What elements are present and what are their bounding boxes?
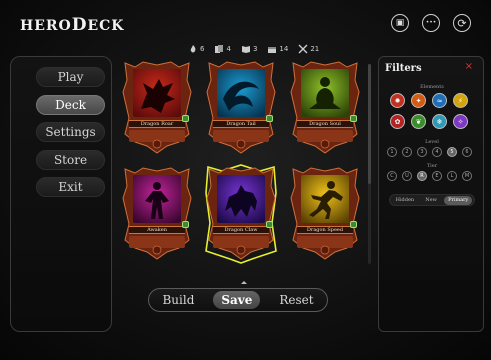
card-art bbox=[301, 175, 349, 223]
cards-icon bbox=[215, 45, 224, 53]
deck-card[interactable]: Dragon Roar bbox=[121, 60, 193, 156]
nature-icon[interactable]: ✿ bbox=[390, 114, 405, 129]
menu-exit-button[interactable]: Exit bbox=[36, 177, 105, 197]
deck-scrollbar[interactable] bbox=[368, 64, 371, 264]
card-art bbox=[301, 69, 349, 117]
level-filter-option[interactable]: 3 bbox=[417, 147, 427, 157]
card-art bbox=[133, 69, 181, 117]
card-art bbox=[217, 69, 265, 117]
card-name: Dragon Soul bbox=[297, 120, 353, 128]
level-filter-row: 123456 bbox=[387, 147, 472, 157]
filters-title: Filters bbox=[385, 63, 422, 74]
flame-icon bbox=[190, 45, 196, 53]
top-icon-bar: ▣ ••• ⟳ bbox=[391, 14, 471, 32]
deck-card[interactable]: Dragon Tail bbox=[205, 60, 277, 156]
card-badge bbox=[182, 115, 189, 122]
build-button[interactable]: Build bbox=[154, 291, 202, 309]
view-mode-option[interactable]: New bbox=[421, 196, 441, 205]
card-badge bbox=[266, 115, 273, 122]
card-name: Dragon Speed bbox=[297, 226, 353, 234]
stat-swords: 21 bbox=[298, 44, 319, 54]
deck-card[interactable]: Awaken bbox=[121, 166, 193, 262]
menu-settings-button[interactable]: Settings bbox=[36, 122, 105, 142]
deck-card[interactable]: Dragon Claw bbox=[205, 164, 277, 264]
refresh-icon[interactable]: ⟳ bbox=[453, 14, 471, 32]
tier-filter-option[interactable]: R bbox=[417, 171, 427, 181]
caret-up-icon bbox=[241, 281, 247, 284]
view-mode-option[interactable]: Primary bbox=[444, 195, 473, 205]
stat-cards: 4 bbox=[214, 44, 231, 54]
stat-value: 14 bbox=[279, 45, 289, 53]
logo-part-3: ECK bbox=[87, 18, 125, 34]
card-badge bbox=[266, 221, 273, 228]
water-icon[interactable]: ≈ bbox=[432, 93, 447, 108]
card-art bbox=[217, 175, 265, 223]
logo-part-1: HERO bbox=[20, 18, 72, 34]
level-filter-option[interactable]: 6 bbox=[462, 147, 472, 157]
fire-icon[interactable]: ✹ bbox=[390, 93, 405, 108]
game-logo: HERODECK bbox=[20, 15, 124, 35]
menu-deck-button[interactable]: Deck bbox=[36, 94, 105, 115]
stat-book: 3 bbox=[241, 44, 257, 54]
tier-filter-option[interactable]: M bbox=[462, 171, 472, 181]
level-filter-option[interactable]: 4 bbox=[432, 147, 442, 157]
ice-icon[interactable]: ❄ bbox=[432, 114, 447, 129]
card-name: Awaken bbox=[129, 226, 185, 234]
stat-value: 4 bbox=[226, 45, 231, 53]
filters-panel: Filters × Elements ✹ ✦ ≈ ⚡ ✿ ❦ ❄ ✧ Level 123456… bbox=[378, 56, 484, 332]
level-filter-option[interactable]: 5 bbox=[447, 147, 457, 157]
card-badge bbox=[182, 221, 189, 228]
view-mode-option[interactable]: Hidden bbox=[392, 196, 419, 205]
view-mode-toggle: Hidden New Primary bbox=[389, 194, 475, 206]
deck-card[interactable]: Dragon Speed bbox=[289, 166, 361, 262]
lightning-icon[interactable]: ⚡ bbox=[453, 93, 468, 108]
crossed-swords-icon bbox=[298, 44, 308, 54]
stat-value: 21 bbox=[310, 45, 320, 53]
level-filter-option[interactable]: 1 bbox=[387, 147, 397, 157]
tier-label: Tier bbox=[426, 163, 438, 169]
flame-icon[interactable]: ✦ bbox=[411, 93, 426, 108]
more-icon[interactable]: ••• bbox=[422, 14, 440, 32]
save-button[interactable]: Save bbox=[213, 291, 261, 309]
card-art bbox=[133, 175, 181, 223]
book-icon bbox=[241, 46, 250, 53]
menu-play-button[interactable]: Play bbox=[36, 67, 105, 87]
chest-icon bbox=[268, 47, 277, 53]
level-label: Level bbox=[425, 139, 439, 145]
level-filter-option[interactable]: 2 bbox=[402, 147, 412, 157]
stat-value: 6 bbox=[200, 45, 205, 53]
tier-filter-row: CURELM bbox=[387, 171, 472, 181]
main-menu: Play Deck Settings Store Exit bbox=[10, 56, 112, 332]
card-name: Dragon Claw bbox=[213, 226, 269, 234]
leaf-icon[interactable]: ❦ bbox=[411, 114, 426, 129]
tier-filter-option[interactable]: E bbox=[432, 171, 442, 181]
tier-filter-option[interactable]: C bbox=[387, 171, 397, 181]
stat-flame: 6 bbox=[188, 44, 204, 54]
card-collection-icon[interactable]: ▣ bbox=[391, 14, 409, 32]
card-badge bbox=[350, 221, 357, 228]
stat-value: 3 bbox=[252, 45, 258, 53]
menu-store-button[interactable]: Store bbox=[36, 149, 105, 170]
scrollbar-thumb[interactable] bbox=[368, 64, 371, 184]
stat-chest: 14 bbox=[267, 44, 288, 54]
tier-filter-option[interactable]: L bbox=[447, 171, 457, 181]
deck-card-grid: Dragon Roar Dragon Tail Dragon Soul Awaken D… bbox=[121, 60, 361, 264]
deck-action-bar: Build Save Reset bbox=[148, 288, 328, 312]
resource-stats: 6 4 3 14 21 bbox=[188, 44, 319, 54]
deck-card[interactable]: Dragon Soul bbox=[289, 60, 361, 156]
tier-filter-option[interactable]: U bbox=[402, 171, 412, 181]
elements-label: Elements bbox=[420, 84, 444, 90]
card-name: Dragon Roar bbox=[129, 120, 185, 128]
close-icon[interactable]: × bbox=[465, 61, 473, 72]
arcane-icon[interactable]: ✧ bbox=[453, 114, 468, 129]
logo-part-2: D bbox=[71, 15, 88, 35]
reset-button[interactable]: Reset bbox=[271, 291, 321, 309]
card-badge bbox=[350, 115, 357, 122]
card-name: Dragon Tail bbox=[213, 120, 269, 128]
